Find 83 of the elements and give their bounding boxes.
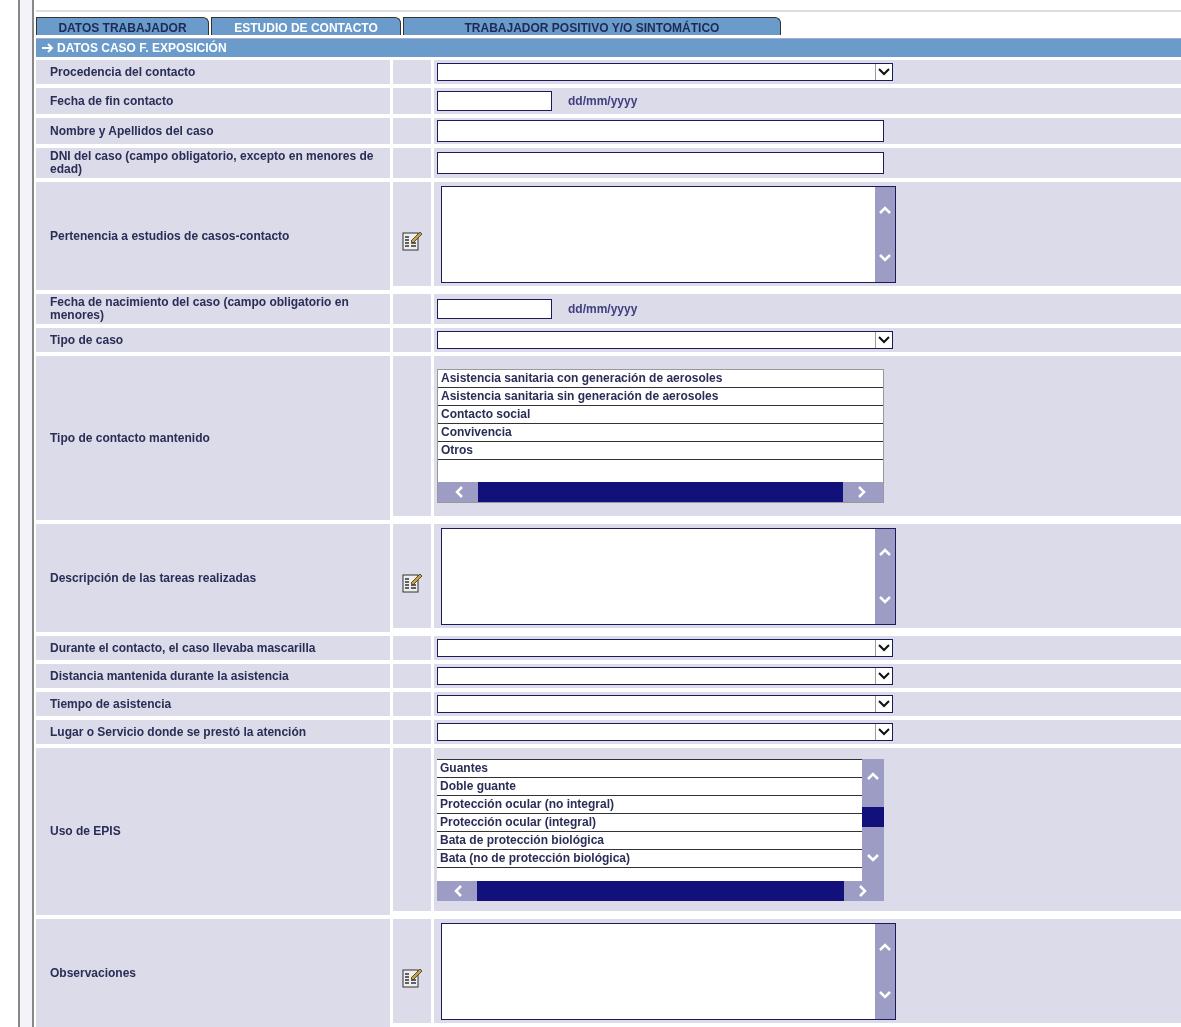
field-label: Uso de EPIS (36, 748, 390, 915)
date-field[interactable] (437, 299, 552, 319)
cell-background (393, 720, 431, 744)
tab[interactable]: DATOS TRABAJADOR (36, 16, 209, 36)
edit-form-icon[interactable] (401, 230, 423, 252)
text-area[interactable] (441, 527, 896, 625)
field-label: Distancia mantenida durante la asistencia (36, 664, 390, 688)
field-label: Observaciones (36, 919, 390, 1027)
dropdown[interactable] (437, 695, 893, 713)
scrollbar[interactable] (875, 528, 895, 624)
caret-icon (875, 696, 892, 712)
scroll-thumb[interactable] (477, 880, 844, 901)
cell-background (393, 328, 431, 352)
field-label: Nombre y Apellidos del caso (36, 118, 390, 144)
chevron-down-icon[interactable] (879, 252, 891, 263)
field-label: Tipo de caso (36, 328, 390, 352)
date-format-hint: dd/mm/yyyy (568, 94, 638, 108)
cell-background (393, 88, 431, 114)
scroll-thumb[interactable] (862, 806, 884, 827)
tab[interactable]: TRABAJADOR POSITIVO Y/O SINTOMÁTICO (403, 16, 781, 36)
chevron-up-icon[interactable] (879, 547, 891, 558)
list-option[interactable]: Otros (438, 442, 883, 460)
chevron-down-icon[interactable] (879, 989, 891, 1000)
cell-background (393, 148, 431, 178)
list-option[interactable]: Doble guante (437, 777, 862, 796)
chevron-down-icon[interactable] (867, 852, 879, 863)
dropdown[interactable] (437, 667, 893, 685)
caret-icon (875, 64, 892, 80)
cell-background (393, 60, 431, 84)
text-area[interactable] (441, 922, 896, 1020)
caret-icon (875, 724, 892, 740)
field-label: Tiempo de asistencia (36, 692, 390, 716)
cell-background (393, 294, 431, 324)
scrollbar[interactable] (862, 758, 884, 881)
cell-background (393, 692, 431, 716)
field-label: Durante el contacto, el caso llevaba mascarilla (36, 636, 390, 660)
list-option[interactable]: Contacto social (438, 406, 883, 424)
field-label: Fecha de nacimiento del caso (campo obligatorio en menores) (36, 294, 390, 324)
scrollbar[interactable] (437, 880, 884, 901)
field-label: Fecha de fin contacto (36, 88, 390, 114)
dropdown[interactable] (437, 639, 893, 657)
scrollbar[interactable] (875, 186, 895, 282)
cell-background (393, 636, 431, 660)
list-option[interactable]: Asistencia sanitaria sin generación de aerosoles (438, 388, 883, 406)
scrollbar[interactable] (875, 923, 895, 1019)
list-option[interactable]: Protección ocular (integral) (437, 813, 862, 832)
chevron-up-icon[interactable] (879, 942, 891, 953)
scrollbar[interactable] (438, 482, 883, 502)
section-title: DATOS CASO F. EXPOSICIÓN (57, 40, 227, 55)
dropdown[interactable] (437, 63, 893, 81)
caret-icon (875, 332, 892, 348)
cell-background (393, 664, 431, 688)
edit-form-icon[interactable] (401, 967, 423, 989)
list-option[interactable]: Guantes (437, 759, 862, 778)
list-option[interactable]: Bata de protección biológica (437, 831, 862, 850)
edit-form-icon[interactable] (401, 572, 423, 594)
list-box[interactable]: Guantes Doble guante Protección ocular (no integral) Protección ocular (integral) Bata de protección biológica Bata (no de protección biológica) (437, 758, 884, 901)
caret-icon (875, 668, 892, 684)
input-field[interactable] (437, 120, 884, 142)
list-option[interactable]: Asistencia sanitaria con generación de aerosoles (438, 370, 883, 388)
list-option[interactable]: Convivencia (438, 424, 883, 442)
chevron-down-icon[interactable] (879, 594, 891, 605)
date-format-hint: dd/mm/yyyy (568, 302, 638, 316)
caret-icon (875, 640, 892, 656)
dropdown[interactable] (437, 331, 893, 349)
dropdown[interactable] (437, 723, 893, 741)
chevron-up-icon[interactable] (879, 205, 891, 216)
input-field[interactable] (437, 152, 884, 174)
field-label: Pertenencia a estudios de casos-contacto (36, 182, 390, 290)
arrow-icon (42, 42, 54, 53)
field-label: DNI del caso (campo obligatorio, excepto en menores de edad) (36, 148, 390, 178)
list-option[interactable]: Protección ocular (no integral) (437, 795, 862, 814)
text-area[interactable] (441, 185, 896, 283)
list-option[interactable]: Bata (no de protección biológica) (437, 849, 862, 868)
chevron-up-icon[interactable] (867, 770, 879, 781)
field-label: Tipo de contacto mantenido (36, 356, 390, 520)
date-field[interactable] (437, 91, 552, 111)
list-box[interactable]: Asistencia sanitaria con generación de aerosoles Asistencia sanitaria sin generación de aerosoles Contacto social Convivencia Otros (437, 369, 884, 503)
field-label: Descripción de las tareas realizadas (36, 524, 390, 632)
scroll-thumb[interactable] (478, 482, 843, 502)
field-label: Lugar o Servicio donde se prestó la atención (36, 720, 390, 744)
field-label: Procedencia del contacto (36, 60, 390, 84)
cell-background (393, 118, 431, 144)
